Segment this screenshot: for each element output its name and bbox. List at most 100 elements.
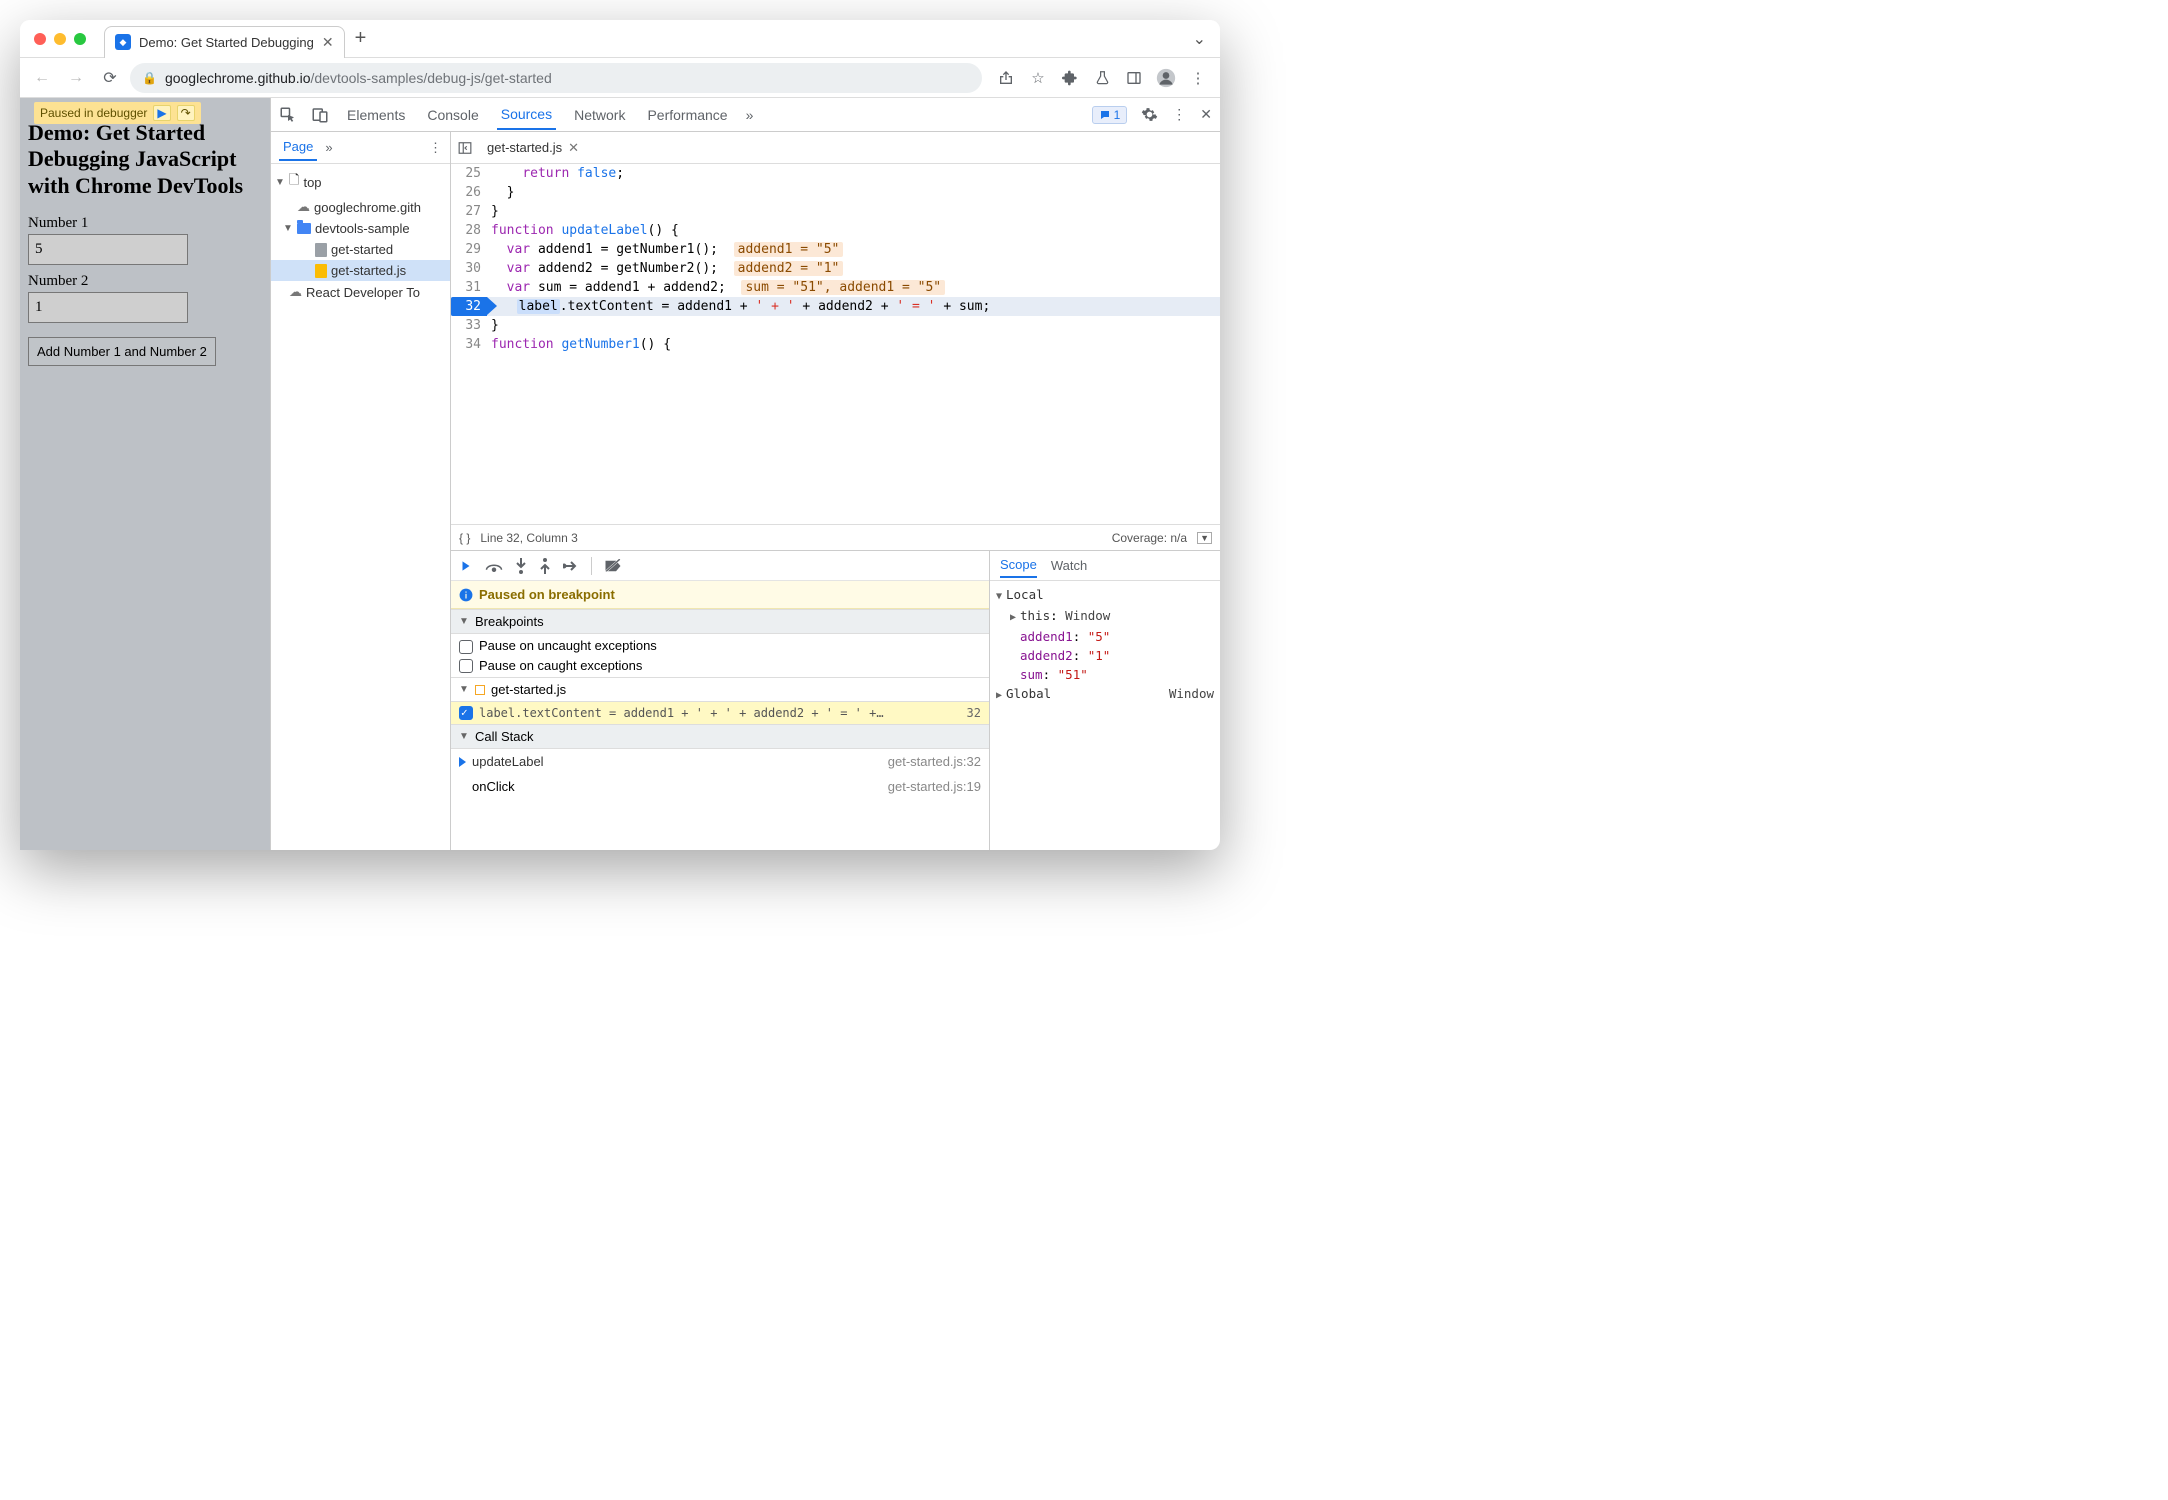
settings-button[interactable] (1141, 106, 1158, 123)
callstack-frame[interactable]: updateLabelget-started.js:32 (451, 749, 989, 774)
number2-input[interactable] (28, 292, 188, 323)
tab-watch[interactable]: Watch (1051, 554, 1087, 577)
file-tree: ▼🗋top ☁googlechrome.gith ▼devtools-sampl… (271, 164, 450, 307)
address-bar[interactable]: 🔒 googlechrome.github.io/devtools-sample… (130, 63, 982, 93)
paused-reason: Paused on breakpoint (451, 581, 989, 609)
bookmark-button[interactable]: ☆ (1024, 64, 1052, 92)
page-title: Demo: Get Started Debugging JavaScript w… (28, 120, 262, 199)
step-button[interactable] (563, 560, 579, 572)
scope-panel: Scope Watch ▼Local ▶this: Window addend1… (990, 551, 1220, 850)
editor-statusbar: { } Line 32, Column 3 Coverage: n/a ▼ (451, 524, 1220, 550)
maximize-window-button[interactable] (74, 33, 86, 45)
share-button[interactable] (992, 64, 1020, 92)
number2-label: Number 2 (28, 273, 262, 290)
url-host: googlechrome.github.io (165, 70, 311, 86)
breakpoint-entry[interactable]: label.textContent = addend1 + ' + ' + ad… (451, 702, 989, 724)
more-tabs-button[interactable]: » (746, 107, 754, 123)
page-viewport: Paused in debugger ▶ ↷ Demo: Get Started… (20, 98, 270, 850)
add-button[interactable]: Add Number 1 and Number 2 (28, 337, 216, 366)
tab-console[interactable]: Console (423, 101, 482, 129)
tree-file-html[interactable]: get-started (271, 239, 450, 260)
tree-file-js[interactable]: get-started.js (271, 260, 450, 281)
paused-label: Paused in debugger (40, 106, 147, 120)
labs-button[interactable] (1088, 64, 1116, 92)
tab-performance[interactable]: Performance (643, 101, 731, 129)
sidepanel-button[interactable] (1120, 64, 1148, 92)
reload-button[interactable]: ⟳ (96, 64, 124, 92)
traffic-lights (34, 33, 86, 45)
overlay-resume-button[interactable]: ▶ (153, 105, 170, 121)
debugger-toolbar (451, 551, 989, 581)
coverage-status: Coverage: n/a (1112, 531, 1187, 545)
scope-this[interactable]: ▶this: Window (996, 606, 1214, 627)
forward-button[interactable]: → (62, 64, 90, 92)
breakpoint-checkbox[interactable] (459, 706, 473, 720)
inspect-element-button[interactable] (279, 106, 297, 124)
tab-network[interactable]: Network (570, 101, 629, 129)
resume-button[interactable] (459, 559, 473, 573)
close-tab-button[interactable]: ✕ (322, 34, 334, 51)
editor-tab-get-started-js[interactable]: get-started.js ✕ (483, 136, 583, 160)
tree-domain[interactable]: ☁googlechrome.gith (271, 196, 450, 218)
breakpoint-group[interactable]: ▼get-started.js (451, 677, 989, 702)
tab-scope[interactable]: Scope (1000, 553, 1037, 578)
navigator-menu-button[interactable]: ⋮ (429, 140, 442, 156)
close-file-button[interactable]: ✕ (568, 140, 579, 156)
breakpoints-header[interactable]: ▼Breakpoints (451, 609, 989, 634)
chrome-menu-button[interactable]: ⋮ (1184, 64, 1212, 92)
pause-caught-checkbox[interactable]: Pause on caught exceptions (459, 658, 981, 674)
tab-title: Demo: Get Started Debugging (139, 35, 314, 50)
number1-input[interactable] (28, 234, 188, 265)
cursor-position: Line 32, Column 3 (480, 531, 577, 545)
navigator-tab-page[interactable]: Page (279, 134, 317, 161)
overlay-step-button[interactable]: ↷ (177, 105, 195, 121)
device-toolbar-button[interactable] (311, 106, 329, 124)
step-out-button[interactable] (539, 558, 551, 574)
tree-extension[interactable]: ☁React Developer To (271, 281, 450, 303)
paused-in-debugger-overlay: Paused in debugger ▶ ↷ (34, 102, 201, 124)
document-icon (315, 243, 327, 257)
pretty-print-button[interactable]: { } (459, 531, 470, 545)
pause-uncaught-checkbox[interactable]: Pause on uncaught exceptions (459, 638, 981, 654)
extensions-button[interactable] (1056, 64, 1084, 92)
number1-label: Number 1 (28, 215, 262, 232)
scope-variable[interactable]: addend1: "5" (996, 627, 1214, 646)
folder-icon (297, 223, 311, 234)
console-messages-badge[interactable]: 1 (1092, 106, 1128, 124)
scope-local[interactable]: ▼Local (996, 585, 1214, 606)
editor-tabstrip: get-started.js ✕ (451, 132, 1220, 164)
step-into-button[interactable] (515, 558, 527, 574)
scope-global[interactable]: ▶GlobalWindow (996, 684, 1214, 705)
callstack-frame[interactable]: onClickget-started.js:19 (451, 774, 989, 799)
window-titlebar: ◆ Demo: Get Started Debugging ✕ + ⌄ (20, 20, 1220, 58)
tab-elements[interactable]: Elements (343, 101, 409, 129)
close-window-button[interactable] (34, 33, 46, 45)
code-editor[interactable]: 25 return false;26 }27}28function update… (451, 164, 1220, 524)
devtools-panel: Elements Console Sources Network Perform… (270, 98, 1220, 850)
toolbar: ← → ⟳ 🔒 googlechrome.github.io/devtools-… (20, 58, 1220, 98)
navigator-more-tabs[interactable]: » (325, 140, 332, 155)
url-path: /devtools-samples/debug-js/get-started (311, 70, 552, 86)
tree-folder[interactable]: ▼devtools-sample (271, 218, 450, 239)
debugger-panel: Paused on breakpoint ▼Breakpoints Pause … (451, 551, 990, 850)
step-over-button[interactable] (485, 559, 503, 573)
scope-variable[interactable]: sum: "51" (996, 665, 1214, 684)
devtools-toolbar: Elements Console Sources Network Perform… (271, 98, 1220, 132)
back-button[interactable]: ← (28, 64, 56, 92)
tab-sources[interactable]: Sources (497, 100, 556, 130)
coverage-dropdown-icon[interactable]: ▼ (1197, 532, 1212, 544)
devtools-menu-button[interactable]: ⋮ (1172, 106, 1186, 123)
minimize-window-button[interactable] (54, 33, 66, 45)
scope-variable[interactable]: addend2: "1" (996, 646, 1214, 665)
close-devtools-button[interactable]: ✕ (1200, 106, 1212, 123)
sources-navigator: Page » ⋮ ▼🗋top ☁googlechrome.gith ▼devto… (271, 132, 451, 850)
tab-overflow-button[interactable]: ⌄ (1193, 29, 1206, 49)
browser-tab[interactable]: ◆ Demo: Get Started Debugging ✕ (104, 26, 345, 58)
lock-icon: 🔒 (142, 71, 157, 85)
toggle-navigator-button[interactable] (457, 141, 473, 155)
new-tab-button[interactable]: + (355, 27, 367, 50)
deactivate-breakpoints-button[interactable] (604, 559, 622, 573)
profile-button[interactable] (1152, 64, 1180, 92)
callstack-header[interactable]: ▼Call Stack (451, 724, 989, 749)
tree-top[interactable]: ▼🗋top (271, 168, 450, 196)
